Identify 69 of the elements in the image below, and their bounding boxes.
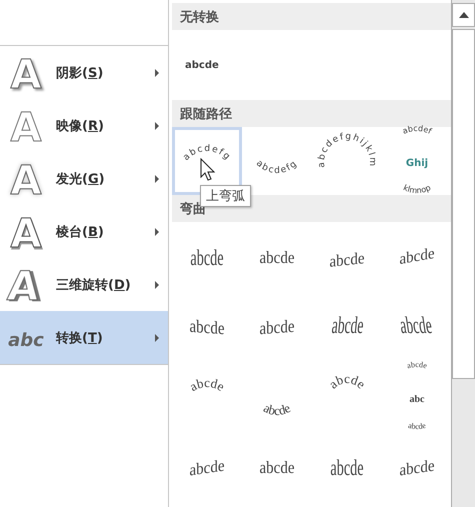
tooltip: 上弯弧 (200, 185, 251, 207)
sample-text: abcde (186, 375, 228, 394)
sample-text: abcde (190, 246, 224, 271)
effect-letter-icon: A (10, 210, 42, 256)
effect-letter-icon: A (10, 104, 42, 150)
up-arrow-icon (458, 12, 468, 18)
text-effect-option[interactable]: abcde (312, 362, 382, 432)
menu-item[interactable]: A 棱台(B) (0, 205, 168, 258)
menu-item[interactable]: A 三维旋转(D) (0, 258, 168, 311)
menu-item[interactable]: A 发光(G) (0, 152, 168, 205)
text-effect-option[interactable]: abcde (242, 222, 312, 292)
sample-text: abcde (330, 456, 364, 481)
menu-item[interactable]: abc 转换(T) (0, 311, 168, 364)
text-effect-option[interactable]: abcde abc abcde (382, 362, 451, 432)
sample-text: klmnop (402, 183, 432, 196)
sample-text: abcde (407, 420, 427, 431)
text-effect-option[interactable]: abcde (312, 292, 382, 362)
sample-text: abc (410, 394, 424, 405)
menu-item-label: 发光(G) (56, 170, 106, 188)
menu-item-label: 映像(R) (56, 118, 105, 134)
menu-item-label: 三维旋转(D) (56, 276, 132, 294)
sample-text: abcde (330, 250, 364, 272)
menu-item[interactable]: A 阴影(S) (0, 46, 168, 99)
submenu-arrow-icon (154, 174, 160, 182)
section-header: 无转换 (172, 3, 451, 30)
menu-item[interactable]: A 映像(R) (0, 99, 168, 152)
menu-item-label: 棱台(B) (56, 224, 105, 240)
submenu-arrow-icon (154, 280, 160, 288)
sample-text: abcde (398, 313, 434, 340)
text-effect-option[interactable]: abcde (172, 222, 242, 292)
sample-text: abcde (260, 316, 294, 339)
submenu-arrow-icon (154, 122, 160, 130)
sample-text: abcde (190, 316, 224, 339)
text-effect-option[interactable]: abcde (382, 292, 451, 362)
menu-item-label: 转换(T) (56, 330, 104, 346)
menu-item-label: 阴影(S) (56, 64, 104, 82)
sample-text: abcde (260, 249, 294, 268)
sample-text: abcde (400, 244, 434, 268)
sample-text: abcde (260, 459, 294, 478)
mouse-pointer-icon (200, 158, 216, 182)
text-effect-option[interactable]: abcde (242, 362, 312, 432)
sample-text: abcde (406, 360, 428, 370)
sample-text: abcde (190, 457, 224, 480)
sample-text: abcde (185, 60, 219, 71)
text-effect-option[interactable]: abcde (312, 222, 382, 292)
text-effect-option[interactable]: abcde (242, 292, 312, 362)
sample-text: abcde (400, 457, 434, 480)
sample-text: abcdefg (254, 158, 300, 176)
sample-text: Ghij (406, 158, 428, 169)
submenu-arrow-icon (154, 68, 160, 76)
sample-text: abcde (330, 313, 365, 340)
text-effect-option[interactable]: abcde (382, 432, 451, 502)
effect-letter-icon: A (10, 52, 42, 98)
sample-text: abcde (326, 371, 368, 392)
scrollbar-thumb[interactable] (452, 29, 475, 379)
effect-letter-icon: abc (8, 330, 44, 350)
effect-letter-icon: A (10, 158, 42, 204)
text-effect-option[interactable]: abcde (172, 30, 242, 100)
submenu-arrow-icon (154, 228, 160, 236)
text-effect-option[interactable]: abcde (172, 432, 242, 502)
effect-letter-icon: A (5, 264, 42, 310)
text-effect-option[interactable]: abcde (382, 222, 451, 292)
text-effect-option[interactable]: abcde (172, 292, 242, 362)
submenu-arrow-icon (154, 334, 160, 342)
scroll-up-button[interactable] (452, 3, 475, 27)
text-effect-option[interactable]: abcde (172, 362, 242, 432)
sample-text: abcde (261, 400, 293, 418)
text-effect-option[interactable]: abcde (242, 432, 312, 502)
text-effect-option[interactable]: abcde (312, 432, 382, 502)
